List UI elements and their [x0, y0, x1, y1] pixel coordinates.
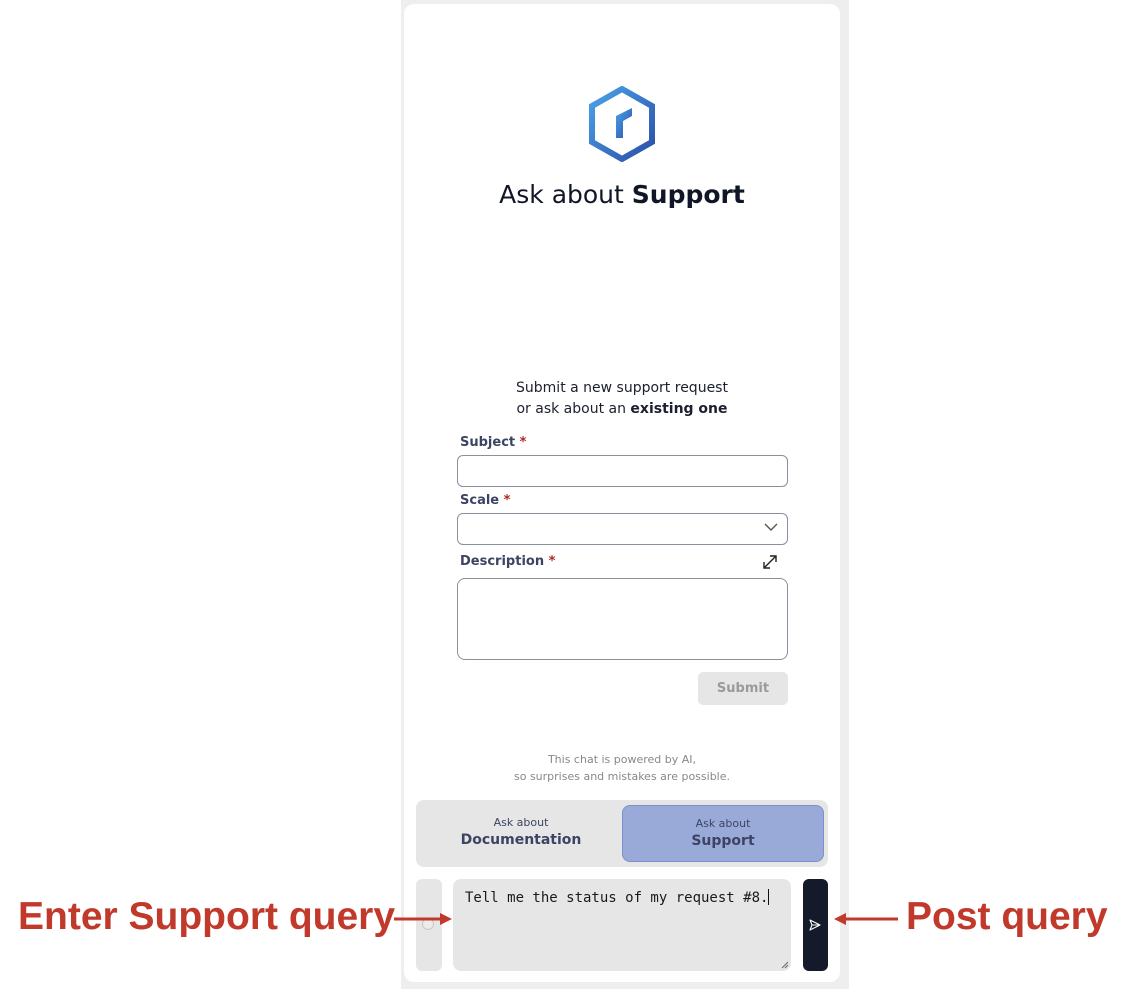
page-title: Ask about Support	[499, 180, 745, 209]
intro-line-1: Submit a new support request	[516, 380, 728, 396]
form-intro: Submit a new support request or ask abou…	[404, 378, 840, 420]
required-mark: *	[519, 435, 527, 450]
query-text: Tell me the status of my request #8.	[465, 890, 769, 906]
mode-small-label: Ask about	[695, 817, 751, 830]
chevron-down-icon	[764, 523, 778, 531]
hexagon-logo-icon	[589, 86, 655, 162]
required-mark: *	[548, 554, 556, 569]
mode-big-label: Documentation	[460, 832, 582, 848]
intro-line-2: or ask about an existing one	[516, 401, 728, 417]
scale-label: Scale *	[460, 493, 511, 508]
query-input[interactable]: Tell me the status of my request #8.	[453, 879, 791, 971]
mode-small-label: Ask about	[493, 816, 549, 829]
description-label: Description *	[460, 554, 556, 569]
annotation-post-query: Post query	[906, 895, 1108, 938]
scale-select[interactable]	[457, 513, 788, 545]
annotation-arrow-left-icon	[834, 913, 898, 925]
annotation-arrow-right-icon	[394, 913, 452, 925]
submit-button[interactable]: Submit	[698, 672, 788, 705]
subject-label: Subject *	[460, 435, 527, 450]
subject-input[interactable]	[457, 455, 788, 487]
mode-big-label: Support	[691, 833, 755, 849]
mode-documentation-button[interactable]: Ask about Documentation	[420, 805, 622, 862]
description-textarea[interactable]	[457, 578, 788, 660]
required-mark: *	[503, 493, 511, 508]
disclaimer-line-1: This chat is powered by AI,	[547, 753, 697, 766]
text-caret	[768, 889, 770, 905]
mode-support-button[interactable]: Ask about Support	[622, 805, 824, 862]
ai-disclaimer: This chat is powered by AI, so surprises…	[404, 751, 840, 785]
annotation-enter-query: Enter Support query	[18, 895, 396, 938]
resize-grip-icon[interactable]	[781, 961, 789, 969]
send-icon	[809, 919, 821, 931]
disclaimer-line-2: so surprises and mistakes are possible.	[513, 770, 730, 783]
expand-icon[interactable]	[761, 553, 779, 571]
